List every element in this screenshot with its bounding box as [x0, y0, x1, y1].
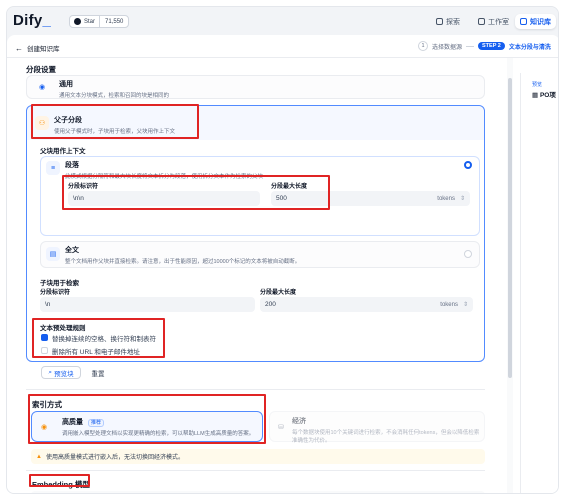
segment-section-title: 分段设置 — [26, 65, 56, 74]
nav-explore[interactable]: 探索 — [431, 14, 465, 29]
child-stepper-icon[interactable]: ⇕ — [463, 301, 468, 308]
preprocess-label: 文本预处理规则 — [40, 325, 86, 332]
main-content: ← 创建知识库 1 选择数据源 STEP 2 文本分段与清洗 分段设置 ◉ 通用… — [7, 35, 558, 493]
rule2-label[interactable]: 删除所有 URL 和电子邮件地址 — [52, 346, 140, 356]
max-length-label: 分段最大长度 — [271, 184, 308, 190]
child-max-length-label: 分段最大长度 — [260, 290, 297, 296]
fulltext-title: 全文 — [65, 247, 79, 254]
child-delimiter-label: 分段标识符 — [40, 290, 71, 296]
fulltext-desc: 整个文档用作父块并直接检索。请注意，出于性能原因，超过10000个标记的文本将被… — [65, 259, 301, 265]
page-title: 创建知识库 — [27, 46, 60, 53]
high-quality-title: 高质量 — [62, 419, 83, 426]
child-max-length-input[interactable]: 200 tokens ⇕ — [260, 297, 473, 312]
economy-icon: ⛁ — [278, 424, 284, 431]
reset-button[interactable]: 重置 — [87, 366, 109, 379]
scrollbar[interactable] — [507, 58, 513, 493]
child-retrieval-label: 子块用于检索 — [40, 280, 79, 287]
embedding-model-select[interactable]: ▣ bge-m3 ⌄ — [31, 491, 485, 493]
paragraph-desc: 此模式根据分隔符和最大块长度将文本拆分为段落，使用拆分文本作为检索的父块 — [65, 174, 264, 180]
preview-label: 预览 — [532, 82, 543, 88]
doc-icon: ▦ — [532, 92, 539, 99]
general-mode-title: 通用 — [59, 81, 73, 88]
dify-logo[interactable]: Dify_ — [13, 12, 51, 29]
high-quality-option[interactable]: ◉ 高质量 推荐 调用嵌入模型处理文档以实现更精确的检索，可以帮助LLM生成高质… — [31, 411, 263, 442]
search-icon: ⌕ — [48, 368, 53, 376]
paragraph-radio[interactable] — [464, 161, 472, 169]
index-section-title: 索引方式 — [32, 400, 62, 409]
parent-context-label: 父块用作上下文 — [40, 148, 86, 155]
nav-knowledge[interactable]: 知识库 — [515, 14, 556, 29]
book-icon — [520, 18, 527, 25]
economy-title: 经济 — [292, 418, 306, 425]
general-mode-icon: ◉ — [38, 84, 46, 91]
economy-option[interactable]: ⛁ 经济 每个数据块使用10个关键词进行检索，不会消耗任何tokens，但会以降… — [269, 411, 485, 444]
parent-child-icon: ⚇ — [35, 116, 49, 130]
fulltext-option-card[interactable]: ▤ 全文 整个文档用作父块并直接检索。请注意，出于性能原因，超过10000个标记… — [40, 241, 480, 268]
fulltext-radio[interactable] — [464, 250, 472, 258]
studio-icon — [478, 18, 485, 25]
embedding-section-title: Embedding 模型 — [32, 480, 90, 489]
recommended-badge: 推荐 — [87, 419, 104, 427]
delimiter-label: 分段标识符 — [68, 184, 99, 190]
high-quality-icon: ◉ — [40, 424, 48, 431]
preview-panel: 预览 ▦ PO项 — [520, 73, 558, 493]
child-delimiter-input[interactable]: \n — [40, 297, 255, 312]
step2-label: 文本分段与清洗 — [508, 44, 551, 51]
rule1-checkbox[interactable] — [41, 334, 48, 341]
rule1-label[interactable]: 替换掉连续的空格、换行符和制表符 — [52, 333, 156, 343]
preview-chunks-button[interactable]: ⌕ 预览块 — [41, 366, 81, 379]
general-mode-desc: 通用文本分块模式，检索和召回的块是相同的 — [59, 93, 170, 99]
preview-doc-name[interactable]: ▦ PO项 — [532, 89, 556, 99]
github-star-count: 71,550 — [105, 18, 124, 25]
economy-desc: 每个数据块使用10个关键词进行检索，不会消耗任何tokens，但会以降低检索准确… — [292, 430, 480, 444]
app-window: Dify_ Star 71,550 探索 工作室 知识库 ← 创建知识库 1 选… — [6, 6, 559, 494]
delimiter-input[interactable]: \n\n — [68, 191, 260, 206]
parent-child-desc: 使用父子模式时，子块用于检索，父块用作上下文 — [54, 129, 176, 135]
warning-icon: ▲ — [36, 453, 42, 460]
rule2-checkbox[interactable] — [41, 347, 48, 354]
step1-label[interactable]: 选择数据源 — [432, 42, 462, 51]
nav-studio[interactable]: 工作室 — [473, 14, 514, 29]
fulltext-icon: ▤ — [46, 247, 60, 261]
max-length-input[interactable]: 500 tokens ⇕ — [271, 191, 470, 206]
settings-panel: 分段设置 ◉ 通用 通用文本分块模式，检索和召回的块是相同的 ⚇ 父子分段 使用… — [7, 58, 507, 493]
parent-child-title: 父子分段 — [54, 117, 82, 124]
paragraph-icon: ≡ — [46, 161, 60, 175]
general-mode-card[interactable]: ◉ 通用 通用文本分块模式，检索和召回的块是相同的 — [26, 75, 485, 99]
stepper-icon[interactable]: ⇕ — [460, 195, 465, 202]
back-arrow-icon[interactable]: ← — [15, 44, 23, 53]
compass-icon — [436, 18, 443, 25]
step2-pill: STEP 2 — [478, 42, 505, 50]
top-bar: Dify_ Star 71,550 探索 工作室 知识库 — [7, 7, 558, 35]
paragraph-title: 段落 — [65, 162, 79, 169]
step1-number: 1 — [418, 41, 428, 51]
warning-banner: ▲ 使用高质量模式进行嵌入后，无法切换回经济模式。 — [31, 449, 485, 464]
github-icon — [74, 18, 81, 25]
github-star-button[interactable]: Star 71,550 — [69, 15, 130, 28]
scrollbar-thumb[interactable] — [508, 78, 512, 378]
high-quality-desc: 调用嵌入模型处理文档以实现更精确的检索，可以帮助LLM生成高质量的答案。 — [62, 431, 255, 437]
breadcrumb: ← 创建知识库 — [15, 43, 60, 54]
step-indicator: 1 选择数据源 STEP 2 文本分段与清洗 — [418, 41, 551, 51]
